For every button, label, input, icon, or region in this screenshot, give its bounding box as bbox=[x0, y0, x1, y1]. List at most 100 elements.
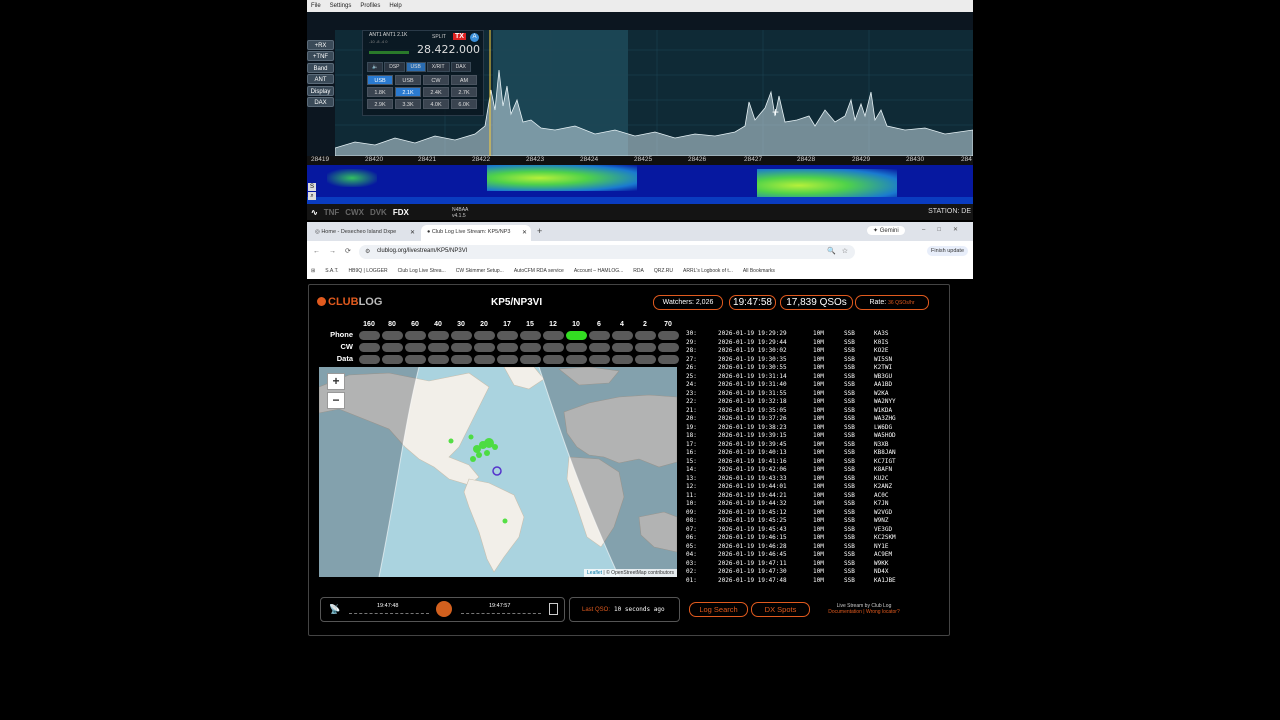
filter-2.1k-button[interactable]: 2.1K bbox=[395, 87, 421, 97]
band-cell-data-12[interactable] bbox=[543, 355, 564, 364]
slice-frequency[interactable]: 28.422.000 bbox=[417, 43, 480, 56]
close-icon[interactable]: ✕ bbox=[410, 229, 415, 236]
filter-3.3k-button[interactable]: 3.3K bbox=[395, 99, 421, 109]
band-cell-phone-2[interactable] bbox=[635, 331, 656, 340]
filter-2.7k-button[interactable]: 2.7K bbox=[451, 87, 477, 97]
band-cell-phone-160[interactable] bbox=[359, 331, 380, 340]
menu-profiles[interactable]: Profiles bbox=[360, 3, 380, 9]
dx-spots-button[interactable]: DX Spots bbox=[751, 602, 810, 617]
band-cell-phone-60[interactable] bbox=[405, 331, 426, 340]
bookmark-item[interactable]: HB9Q | LOGGER bbox=[349, 268, 388, 274]
bookmark-item[interactable]: AutoCFM RDA service bbox=[514, 268, 564, 274]
band-cell-data-70[interactable] bbox=[658, 355, 679, 364]
bookmark-item[interactable]: QRZ.RU bbox=[654, 268, 673, 274]
band-cell-phone-15[interactable] bbox=[520, 331, 541, 340]
window-controls[interactable]: –□✕ bbox=[922, 226, 970, 233]
site-info-icon[interactable]: ⚙ bbox=[365, 248, 370, 255]
tx-button[interactable]: TX bbox=[453, 33, 466, 40]
dax-button[interactable]: DAX bbox=[307, 96, 334, 107]
mode-cw-button[interactable]: CW bbox=[423, 75, 449, 85]
clublog-logo[interactable]: CLUBLOG bbox=[317, 296, 382, 308]
filter-6.0k-button[interactable]: 6.0K bbox=[451, 99, 477, 109]
bookmark-item[interactable]: Account – HAMLOG... bbox=[574, 268, 623, 274]
band-cell-cw-12[interactable] bbox=[543, 343, 564, 352]
band-cell-data-80[interactable] bbox=[382, 355, 403, 364]
filter-2.9k-button[interactable]: 2.9K bbox=[367, 99, 393, 109]
band-cell-phone-40[interactable] bbox=[428, 331, 449, 340]
band-cell-cw-20[interactable] bbox=[474, 343, 495, 352]
dvk-toggle[interactable]: DVK bbox=[370, 208, 387, 217]
log-search-button[interactable]: Log Search bbox=[689, 602, 748, 617]
speaker-icon[interactable]: 🔈 bbox=[367, 62, 384, 72]
band-cell-data-15[interactable] bbox=[520, 355, 541, 364]
tab-xrit[interactable]: X/RIT bbox=[426, 62, 450, 72]
finish-update-button[interactable]: Finish update bbox=[927, 246, 969, 256]
all-bookmarks[interactable]: All Bookmarks bbox=[743, 268, 775, 274]
band-cell-data-60[interactable] bbox=[405, 355, 426, 364]
band-cell-phone-10[interactable] bbox=[566, 331, 587, 340]
browser-tab-clublog[interactable]: ● Club Log Live Stream: KP5/NP3 ✕ bbox=[421, 225, 531, 241]
slice-antenna[interactable]: ANT1 ANT1 2.1K bbox=[369, 32, 407, 38]
bookmark-item[interactable]: CW Skimmer Setup... bbox=[456, 268, 504, 274]
bookmark-item[interactable]: RDA bbox=[633, 268, 644, 274]
zoom-icon[interactable]: ⌕ bbox=[308, 192, 316, 200]
tab-dax[interactable]: DAX bbox=[450, 62, 471, 72]
band-cell-cw-17[interactable] bbox=[497, 343, 518, 352]
band-cell-cw-6[interactable] bbox=[589, 343, 610, 352]
band-cell-cw-160[interactable] bbox=[359, 343, 380, 352]
display-button[interactable]: Display bbox=[307, 85, 334, 96]
menu-help[interactable]: Help bbox=[389, 3, 401, 9]
tnf-toggle[interactable]: TNF bbox=[324, 208, 340, 217]
bookmark-item[interactable]: S.A.T. bbox=[325, 268, 338, 274]
close-icon[interactable]: ✕ bbox=[522, 229, 527, 236]
band-cell-cw-70[interactable] bbox=[658, 343, 679, 352]
ant-button[interactable]: ANT bbox=[307, 74, 334, 85]
band-cell-data-20[interactable] bbox=[474, 355, 495, 364]
band-cell-cw-2[interactable] bbox=[635, 343, 656, 352]
band-cell-data-10[interactable] bbox=[566, 355, 587, 364]
zoom-out-button[interactable]: − bbox=[327, 392, 345, 409]
band-cell-cw-4[interactable] bbox=[612, 343, 633, 352]
band-cell-data-4[interactable] bbox=[612, 355, 633, 364]
band-cell-phone-30[interactable] bbox=[451, 331, 472, 340]
leaflet-link[interactable]: Leaflet bbox=[587, 570, 602, 576]
filter-1.8k-button[interactable]: 1.8K bbox=[367, 87, 393, 97]
band-cell-phone-20[interactable] bbox=[474, 331, 495, 340]
band-cell-phone-80[interactable] bbox=[382, 331, 403, 340]
band-cell-data-2[interactable] bbox=[635, 355, 656, 364]
band-cell-cw-15[interactable] bbox=[520, 343, 541, 352]
zoom-in-button[interactable]: + bbox=[327, 373, 345, 390]
band-cell-data-30[interactable] bbox=[451, 355, 472, 364]
band-cell-data-40[interactable] bbox=[428, 355, 449, 364]
band-cell-phone-6[interactable] bbox=[589, 331, 610, 340]
browser-tab-desecheo[interactable]: ◎ Home - Desecheo Island Dxpe ✕ bbox=[309, 225, 419, 241]
band-cell-data-6[interactable] bbox=[589, 355, 610, 364]
waterfall-s-button[interactable]: S bbox=[308, 183, 316, 191]
bookmark-item[interactable]: Club Log Live Strea... bbox=[398, 268, 446, 274]
menu-file[interactable]: File bbox=[311, 3, 321, 9]
band-cell-cw-30[interactable] bbox=[451, 343, 472, 352]
bookmark-item[interactable]: ARRL's Logbook of t... bbox=[683, 268, 733, 274]
address-bar-icons[interactable]: 🔍☆ bbox=[827, 247, 854, 255]
mode-select[interactable]: USB bbox=[367, 75, 393, 85]
menu-settings[interactable]: Settings bbox=[330, 3, 352, 9]
footer-links[interactable]: Documentation | Wrong locator? bbox=[819, 609, 909, 615]
apps-icon[interactable]: ⊞ bbox=[311, 268, 315, 274]
add-rx-button[interactable]: +RX bbox=[307, 40, 334, 50]
band-cell-phone-4[interactable] bbox=[612, 331, 633, 340]
tab-dsp[interactable]: DSP bbox=[384, 62, 405, 72]
band-cell-phone-70[interactable] bbox=[658, 331, 679, 340]
add-tnf-button[interactable]: +TNF bbox=[307, 51, 334, 62]
band-button[interactable]: Band bbox=[307, 62, 334, 73]
band-cell-cw-60[interactable] bbox=[405, 343, 426, 352]
band-cell-cw-10[interactable] bbox=[566, 343, 587, 352]
new-tab-icon[interactable]: + bbox=[537, 226, 542, 236]
band-cell-phone-17[interactable] bbox=[497, 331, 518, 340]
fdx-toggle[interactable]: FDX bbox=[393, 208, 409, 217]
band-cell-cw-80[interactable] bbox=[382, 343, 403, 352]
world-map[interactable]: + − Leaflet | © OpenStreetMap contributo… bbox=[319, 367, 677, 577]
mode-usb-button[interactable]: USB bbox=[395, 75, 421, 85]
filter-4.0k-button[interactable]: 4.0K bbox=[423, 99, 449, 109]
band-cell-cw-40[interactable] bbox=[428, 343, 449, 352]
tab-mode[interactable]: USB bbox=[405, 62, 426, 72]
